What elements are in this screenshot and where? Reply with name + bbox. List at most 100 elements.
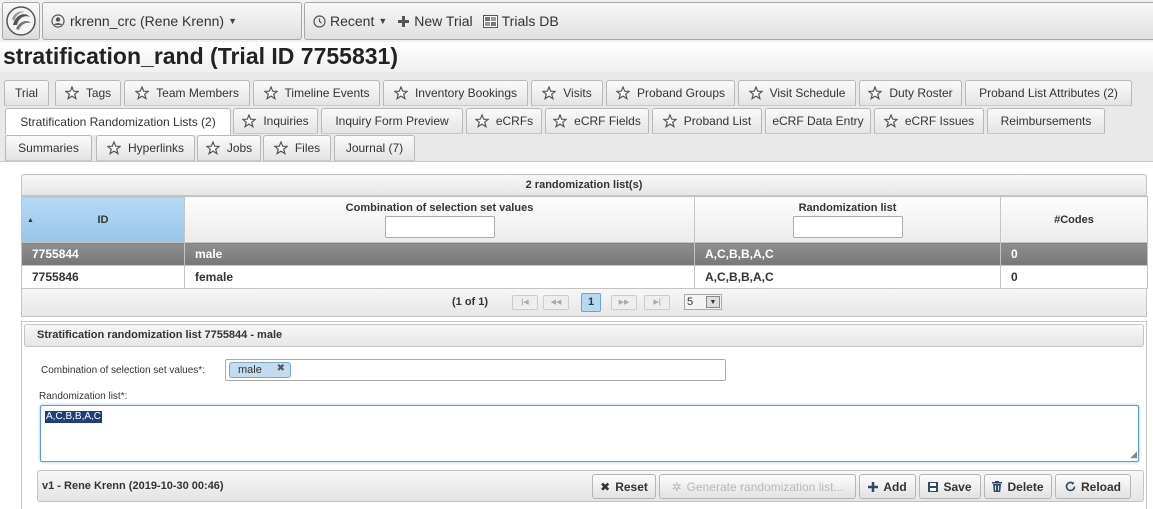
table-row[interactable]: 7755844 male A,C,B,B,A,C 0 bbox=[21, 242, 1148, 266]
gear-icon: ✲ bbox=[671, 479, 682, 494]
app-logo[interactable] bbox=[2, 2, 40, 40]
combination-filter-input[interactable] bbox=[384, 215, 495, 238]
first-page-button[interactable]: |◀ bbox=[512, 295, 538, 310]
tab-team-members[interactable]: Team Members bbox=[124, 80, 250, 106]
tab-ecrfs[interactable]: eCRFs bbox=[466, 108, 542, 134]
close-icon: ✖ bbox=[600, 479, 611, 494]
star-icon bbox=[474, 114, 489, 128]
star-icon bbox=[542, 86, 557, 100]
add-label: Add bbox=[883, 479, 907, 494]
tab-jobs[interactable]: Jobs bbox=[197, 135, 261, 161]
column-header-label: ID bbox=[97, 213, 109, 226]
tab-label: Proband List Attributes (2) bbox=[979, 86, 1118, 100]
selection-chip: male ✖ bbox=[229, 362, 291, 378]
last-page-button[interactable]: ▶| bbox=[644, 295, 670, 310]
tab-visit-schedule[interactable]: Visit Schedule bbox=[738, 80, 856, 106]
logo-icon bbox=[6, 6, 36, 36]
randomization-list-textarea[interactable]: A,C,B,B,A,C ◢ bbox=[40, 405, 1139, 462]
table-row[interactable]: 7755846 female A,C,B,B,A,C 0 bbox=[21, 265, 1148, 289]
tab-timeline-events[interactable]: Timeline Events bbox=[253, 80, 380, 106]
tab-trial[interactable]: Trial bbox=[4, 80, 49, 106]
column-header-randomization-list[interactable]: Randomization list bbox=[694, 196, 1001, 243]
data-grid: ▲ ID Combination of selection set values… bbox=[21, 196, 1148, 289]
tab-reimbursements[interactable]: Reimbursements bbox=[987, 108, 1105, 134]
trials-db-label: Trials DB bbox=[501, 13, 559, 29]
tab-files[interactable]: Files bbox=[263, 135, 331, 161]
star-icon bbox=[64, 86, 79, 100]
combination-chips-input[interactable]: male ✖ bbox=[225, 359, 726, 381]
resize-grip-icon[interactable]: ◢ bbox=[1130, 449, 1137, 460]
tab-label: Tags bbox=[85, 86, 112, 100]
tab-ecrf-fields[interactable]: eCRF Fields bbox=[545, 108, 649, 134]
detail-panel: Stratification randomization list 775584… bbox=[21, 321, 1147, 509]
star-icon bbox=[242, 114, 257, 128]
tab-stratification-randomization-lists-2[interactable]: Stratification Randomization Lists (2) bbox=[5, 108, 231, 135]
tab-label: Visits bbox=[563, 86, 592, 100]
column-header-label: Randomization list bbox=[798, 201, 897, 214]
page-info: (1 of 1) bbox=[452, 296, 489, 308]
next-page-button[interactable]: ▶▶ bbox=[611, 295, 637, 310]
save-label: Save bbox=[943, 479, 972, 494]
star-icon bbox=[205, 141, 220, 155]
trash-icon bbox=[992, 481, 1003, 492]
tab-hyperlinks[interactable]: Hyperlinks bbox=[96, 135, 195, 161]
tab-proband-list-attributes-2[interactable]: Proband List Attributes (2) bbox=[965, 80, 1132, 106]
delete-button[interactable]: Delete bbox=[984, 474, 1052, 499]
reset-button[interactable]: ✖ Reset bbox=[592, 474, 656, 499]
tab-bar: Trial Tags Team Members Timeline Events Inve… bbox=[0, 72, 1153, 162]
history-icon bbox=[313, 14, 326, 28]
add-button[interactable]: Add bbox=[859, 474, 916, 499]
star-icon bbox=[106, 141, 121, 155]
tab-label: Reimbursements bbox=[1000, 114, 1092, 128]
tab-label: Visit Schedule bbox=[769, 86, 846, 100]
tab-duty-roster[interactable]: Duty Roster bbox=[859, 80, 962, 106]
randomization-list-filter-input[interactable] bbox=[792, 215, 903, 238]
tab-label: Trial bbox=[15, 86, 38, 100]
page-number-button[interactable]: 1 bbox=[581, 293, 601, 312]
user-label: rkrenn_crc (Rene Krenn) bbox=[70, 13, 225, 29]
star-icon bbox=[748, 86, 763, 100]
tab-inquiry-form-preview[interactable]: Inquiry Form Preview bbox=[321, 108, 463, 134]
column-header-codes[interactable]: #Codes bbox=[1000, 196, 1148, 243]
tab-proband-list[interactable]: Proband List bbox=[652, 108, 762, 134]
plus-icon bbox=[868, 481, 879, 492]
row-combination-cell: female bbox=[184, 265, 695, 289]
user-menu-button[interactable]: rkrenn_crc (Rene Krenn) ▼ bbox=[42, 2, 302, 40]
column-header-id[interactable]: ▲ ID bbox=[21, 196, 185, 243]
tab-ecrf-data-entry[interactable]: eCRF Data Entry bbox=[765, 108, 871, 134]
tab-label: Journal (7) bbox=[345, 141, 404, 155]
rows-per-page-select[interactable]: 5 ▼ bbox=[684, 294, 722, 310]
tab-inventory-bookings[interactable]: Inventory Bookings bbox=[383, 80, 528, 106]
tab-label: Proband Groups bbox=[636, 86, 726, 100]
tab-label: Duty Roster bbox=[889, 86, 953, 100]
reset-label: Reset bbox=[615, 479, 648, 494]
reload-button[interactable]: Reload bbox=[1055, 474, 1131, 499]
tab-tags[interactable]: Tags bbox=[55, 80, 121, 106]
panel-header: Stratification randomization list 775584… bbox=[24, 324, 1144, 347]
tab-label: eCRFs bbox=[495, 114, 534, 128]
column-header-combination[interactable]: Combination of selection set values bbox=[184, 196, 695, 243]
recent-menu-button[interactable]: Recent ▼ bbox=[313, 13, 387, 29]
row-codes-cell: 0 bbox=[1000, 242, 1148, 266]
save-button[interactable]: Save bbox=[919, 474, 981, 499]
chevron-down-icon: ▼ bbox=[228, 16, 237, 26]
trials-db-button[interactable]: Trials DB bbox=[482, 13, 559, 29]
star-icon bbox=[135, 86, 150, 100]
tab-visits[interactable]: Visits bbox=[531, 80, 603, 106]
generate-randomization-list-button[interactable]: ✲ Generate randomization list... bbox=[659, 474, 856, 499]
main-menu: Recent ▼ New Trial Trials DB bbox=[304, 2, 1153, 40]
new-trial-button[interactable]: New Trial bbox=[397, 13, 473, 29]
star-icon bbox=[883, 114, 898, 128]
sort-ascending-icon: ▲ bbox=[27, 217, 34, 224]
tab-journal-7[interactable]: Journal (7) bbox=[334, 135, 415, 161]
title-bar: stratification_rand (Trial ID 7755831) bbox=[0, 42, 1153, 72]
close-icon[interactable]: ✖ bbox=[277, 363, 285, 374]
randomization-list-value: A,C,B,B,A,C bbox=[45, 411, 103, 423]
tab-inquiries[interactable]: Inquiries bbox=[233, 108, 318, 134]
tab-summaries[interactable]: Summaries bbox=[5, 135, 92, 161]
chevron-down-icon: ▼ bbox=[706, 296, 720, 308]
previous-page-button[interactable]: ◀◀ bbox=[543, 295, 569, 310]
tab-label: Team Members bbox=[156, 86, 239, 100]
tab-ecrf-issues[interactable]: eCRF Issues bbox=[874, 108, 984, 134]
tab-proband-groups[interactable]: Proband Groups bbox=[606, 80, 735, 106]
